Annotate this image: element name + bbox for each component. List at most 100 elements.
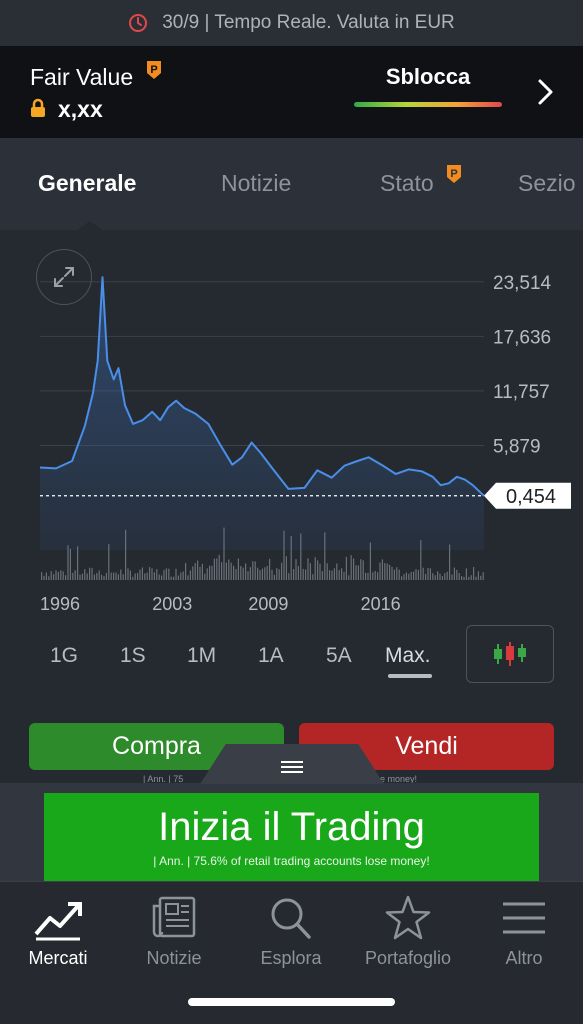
volume-bar [446,571,448,580]
volume-bar [218,554,220,580]
volume-bar [401,576,403,580]
volume-bar [386,563,388,580]
y-tick-label: 23,514 [493,273,552,294]
nav-altro[interactable]: Altro [466,882,582,982]
volume-bar [199,566,201,580]
svg-text:P: P [150,64,157,76]
volume-bar [192,566,194,580]
volume-bar [398,569,400,580]
volume-bar [261,568,263,580]
x-tick-label: 2009 [248,594,288,614]
volume-bar [228,559,230,580]
volume-bar [441,576,443,580]
volume-bar [264,567,266,580]
newspaper-icon [152,896,196,938]
volume-bar [465,568,467,580]
volume-bar [429,568,431,580]
volume-bar [187,575,189,580]
tab-sezioni[interactable]: Sezio [518,170,576,197]
volume-bar [350,555,352,580]
volume-bar [101,574,103,580]
volume-bar [355,565,357,580]
volume-bar [57,572,59,580]
volume-bar [65,575,67,580]
volume-bar [194,563,196,580]
volume-bar [417,569,419,580]
y-tick-label: 17,636 [493,327,551,348]
volume-bar [165,568,167,580]
volume-bar [331,570,333,580]
volume-bar [437,571,439,580]
unlock-button[interactable]: Sblocca [354,64,502,107]
volume-bar [391,566,393,580]
volume-bar [336,563,338,580]
volume-bar [444,573,446,580]
volume-bar [156,569,158,580]
range-max[interactable]: Max. [385,644,431,668]
expand-chart-button[interactable] [36,249,92,305]
tab-notizie[interactable]: Notizie [221,170,291,197]
volume-bar [168,568,170,580]
volume-bar [408,573,410,580]
range-1a[interactable]: 1A [258,644,284,668]
volume-bar [288,573,290,580]
volume-bar [345,556,347,580]
volume-bar [372,572,374,580]
volume-bar [415,569,417,580]
nav-mercati[interactable]: Mercati [0,882,116,982]
chart-type-button[interactable] [466,625,554,683]
volume-bar [74,570,76,580]
status-bar: 30/9 | Tempo Reale. Valuta in EUR [0,0,583,46]
volume-bar [45,572,47,580]
volume-bar [170,576,172,580]
volume-bar [206,568,208,580]
home-indicator [188,998,395,1006]
y-tick-label: 5,879 [493,436,541,457]
volume-bar [60,570,62,580]
volume-bar [86,573,88,580]
ad-title: Inizia il Trading [158,805,425,849]
tab-generale[interactable]: Generale [38,170,136,197]
realtime-status-text: 30/9 | Tempo Reale. Valuta in EUR [162,12,455,33]
volume-bar [297,566,299,580]
x-tick-label: 2016 [361,594,401,614]
range-1g[interactable]: 1G [50,644,78,668]
volume-bar [326,563,328,580]
volume-bar [139,569,141,580]
volume-bar [367,572,369,580]
trading-ad-banner[interactable]: Inizia il Trading | Ann. | 75.6% of reta… [44,793,539,881]
volume-bar [396,567,398,580]
volume-bar [285,556,287,580]
volume-bar [317,560,319,580]
volume-bar [480,575,482,580]
volume-bar [362,560,364,580]
volume-bar [360,559,362,580]
volume-bar [163,570,165,580]
volume-bar [257,567,259,580]
ad-disclaimer: | Ann. | 75.6% of retail trading account… [153,854,430,868]
volume-bar [141,567,143,580]
volume-bar [225,562,227,580]
volume-bar [365,572,367,580]
volume-bar [189,570,191,580]
volume-bar [67,545,69,580]
fair-value-panel[interactable]: Fair Value P x,xx Sblocca [0,46,583,138]
nav-notizie[interactable]: Notizie [116,882,232,982]
tab-stato[interactable]: Stato [380,170,434,197]
volume-bar [115,572,117,580]
volume-bar [177,575,179,580]
chevron-right-icon[interactable] [536,78,556,106]
volume-bar [432,573,434,580]
nav-portafoglio[interactable]: Portafoglio [350,882,466,982]
current-price-label: 0,454 [506,486,556,508]
volume-bar [329,570,331,580]
nav-esplora[interactable]: Esplora [233,882,349,982]
volume-bar [137,573,139,580]
range-1s[interactable]: 1S [120,644,146,668]
range-1m[interactable]: 1M [187,644,216,668]
volume-bar [458,573,460,580]
range-5a[interactable]: 5A [326,644,352,668]
volume-bar [295,559,297,580]
volume-bar [69,548,71,580]
volume-bar [151,568,153,580]
